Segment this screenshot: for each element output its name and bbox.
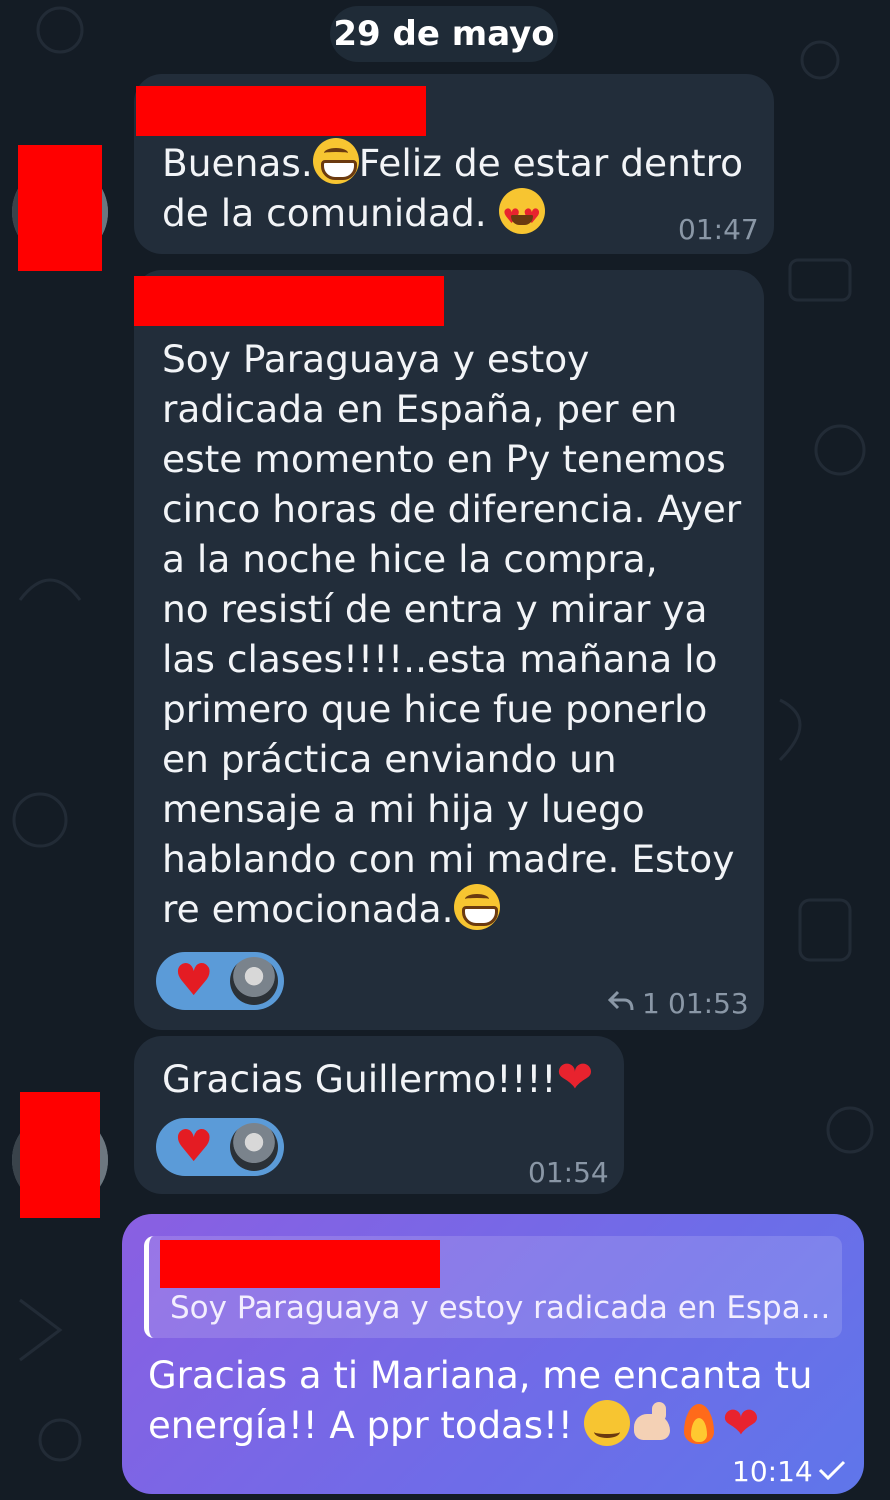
- reactor-avatar: [230, 1123, 278, 1171]
- message-3-time: 01:54: [528, 1156, 609, 1189]
- outgoing-line-2: energía!! A ppr todas!! ❤: [148, 1400, 812, 1450]
- reaction-heart[interactable]: ♥: [156, 1118, 284, 1176]
- reactor-avatar: [230, 957, 278, 1005]
- message-2-line: primero que hice fue ponerlo: [162, 687, 708, 731]
- message-2-line: no resistí de entra y mirar ya: [162, 587, 708, 631]
- message-2-line: cinco horas de diferencia. Ayer: [162, 487, 742, 531]
- message-2-line: hablando con mi madre. Estoy: [162, 837, 735, 881]
- outgoing-message-text: Gracias a ti Mariana, me encanta tu ener…: [148, 1352, 812, 1450]
- check-icon: [818, 1460, 846, 1480]
- message-2-line: re emocionada.: [162, 884, 500, 934]
- message-1-time: 01:47: [678, 213, 759, 246]
- date-separator-label: 29 de mayo: [333, 14, 555, 54]
- message-2-time: 01:53: [668, 987, 749, 1020]
- message-2-line: este momento en Py tenemos: [162, 437, 726, 481]
- message-3-text: Gracias Guillermo!!!!❤: [162, 1054, 593, 1104]
- redacted-avatar: [18, 145, 102, 271]
- message-1-text-part-b: Feliz de estar dentro: [358, 141, 744, 185]
- redacted-avatar: [20, 1092, 100, 1218]
- outgoing-line-2-text: energía!! A ppr todas!!: [148, 1404, 585, 1447]
- grinning-face-icon: [453, 884, 500, 930]
- reply-arrow-icon[interactable]: [608, 990, 634, 1012]
- date-separator: 29 de mayo: [330, 6, 558, 62]
- message-2-line: en práctica enviando un: [162, 737, 617, 781]
- redacted-sender-name: [134, 276, 444, 326]
- flexed-biceps-icon: [630, 1400, 676, 1446]
- hugging-face-icon: [584, 1400, 631, 1446]
- reaction-heart[interactable]: ♥: [156, 952, 284, 1010]
- fire-icon: [676, 1400, 722, 1446]
- message-2-line: a la noche hice la compra,: [162, 537, 658, 581]
- message-2-line: mensaje a mi hija y luego: [162, 787, 645, 831]
- message-1-text-part-a: Buenas.: [162, 141, 313, 185]
- heart-icon: ♥: [174, 1121, 214, 1172]
- message-1-text: Buenas. Feliz de estar dentro: [162, 138, 743, 188]
- red-heart-icon: ❤: [722, 1398, 760, 1449]
- grinning-face-icon: [312, 138, 359, 184]
- reply-count[interactable]: 1: [642, 987, 660, 1020]
- message-2-line: Soy Paraguaya y estoy: [162, 337, 590, 381]
- redacted-quoted-sender: [160, 1240, 440, 1288]
- message-2-line: radicada en España, per en: [162, 387, 678, 431]
- redacted-sender-name: [136, 86, 426, 136]
- heart-icon: ♥: [174, 955, 214, 1006]
- red-heart-icon: ❤: [556, 1052, 594, 1103]
- outgoing-time: 10:14: [732, 1455, 813, 1488]
- reply-quote-text: Soy Paraguaya y estoy radicada en Espa..…: [170, 1290, 831, 1326]
- outgoing-line-1: Gracias a ti Mariana, me encanta tu: [148, 1354, 813, 1397]
- message-2-line: las clases!!!!..esta mañana lo: [162, 637, 718, 681]
- message-1-text-part-c: de la comunidad.: [162, 191, 499, 235]
- message-3-text-content: Gracias Guillermo!!!!: [162, 1057, 557, 1101]
- message-1-text-line2: de la comunidad.: [162, 188, 545, 241]
- heart-eyes-face-icon: [498, 188, 545, 241]
